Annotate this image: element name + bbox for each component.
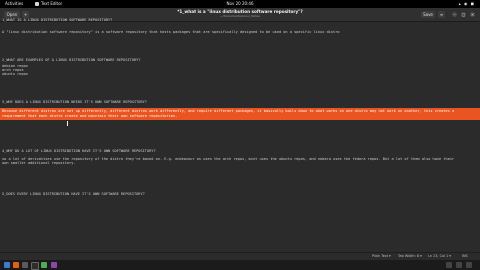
text-line: ubuntu repos: [2, 72, 28, 76]
language-selector[interactable]: Plain Text ▾: [372, 253, 391, 260]
text-line: 2_WHAT ARE EXAMPLES OF A LINUX DISTRIBUT…: [2, 58, 141, 62]
text-line: 4_WHY DO A LOT OF LINUX DISTRIBUTION HAV…: [2, 149, 156, 153]
text-cursor: [67, 121, 68, 126]
power-icon[interactable]: [466, 262, 472, 268]
maximize-icon[interactable]: □: [461, 12, 466, 17]
save-button[interactable]: Save: [421, 11, 435, 18]
text-editor-icon[interactable]: [41, 262, 47, 268]
system-tray-icons[interactable]: ▴ ◉ ◼: [459, 0, 475, 8]
clock[interactable]: Nov 20 20:46: [0, 0, 480, 8]
text-line: own smaller additional repository.: [2, 161, 76, 165]
selection-highlight[interactable]: Because different distros are set up dif…: [0, 108, 480, 120]
files-icon[interactable]: [22, 262, 28, 268]
selected-text-line: requirement that each distro create and …: [2, 114, 178, 118]
terminal-icon[interactable]: [31, 262, 39, 270]
text-line: 3_WHY DOES A LINUX DISTRIBUTION NEEDS IT…: [2, 100, 147, 104]
firefox-icon[interactable]: [13, 262, 19, 268]
cursor-position[interactable]: Ln 23, Col 1 ▾: [428, 253, 451, 260]
system-top-bar: Activities Text Editor Nov 20 20:46 ▴ ◉ …: [0, 0, 480, 8]
minimize-icon[interactable]: –: [452, 12, 457, 17]
tab-width-selector[interactable]: Tab Width: 8 ▾: [398, 253, 422, 260]
text-line: 5_DOES EVERY LINUX DISTRIBUTION HAVE IT'…: [2, 192, 145, 196]
insert-mode-indicator: INS: [462, 254, 468, 258]
text-editor-area[interactable]: 1_WHAT IS A LINUX DISTRIBUTION SOFTWARE …: [0, 18, 480, 252]
hamburger-menu-icon[interactable]: ≡: [438, 11, 445, 18]
dock: [0, 260, 480, 270]
app-launcher-icon[interactable]: [4, 262, 10, 268]
app-icon[interactable]: [51, 262, 57, 268]
close-icon[interactable]: ×: [470, 12, 475, 17]
selected-text-line: Because different distros are set up dif…: [2, 109, 455, 113]
settings-icon[interactable]: [446, 262, 452, 268]
network-icon[interactable]: [456, 262, 462, 268]
text-line: A "linux distribution software repositor…: [2, 30, 340, 34]
text-line: 1_WHAT IS A LINUX DISTRIBUTION SOFTWARE …: [2, 18, 113, 22]
status-bar: Plain Text ▾ Tab Width: 8 ▾ Ln 23, Col 1…: [0, 252, 480, 260]
